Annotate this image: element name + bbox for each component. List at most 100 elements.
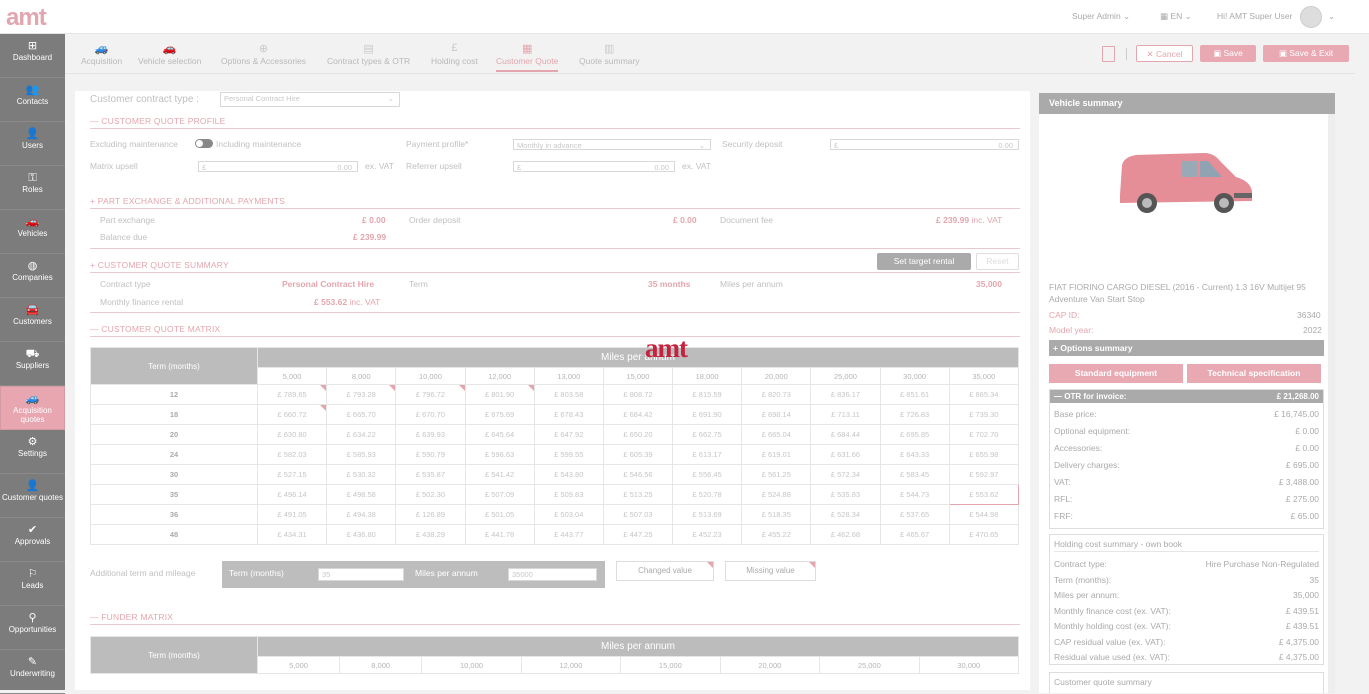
funder-section-title[interactable]: — FUNDER MATRIX <box>90 612 173 622</box>
quote-cell[interactable]: £ 851.61 <box>879 384 950 405</box>
quote-cell[interactable]: £ 796.72 <box>395 384 466 405</box>
additional-miles-input[interactable]: 35000 <box>508 568 597 581</box>
quote-cell[interactable]: £ 498.58 <box>326 484 397 505</box>
sidebar-item-suppliers[interactable]: ⛟ Suppliers <box>0 342 65 386</box>
quote-cell[interactable]: £ 520.78 <box>672 484 743 505</box>
quote-cell[interactable]: £ 645.64 <box>464 424 535 445</box>
quote-cell[interactable]: £ 572.34 <box>810 464 881 485</box>
quote-cell[interactable]: £ 650.20 <box>602 424 674 445</box>
quote-cell[interactable]: £ 678.43 <box>533 404 604 425</box>
quote-cell[interactable]: £ 662.75 <box>672 424 743 445</box>
quote-cell[interactable]: £ 583.45 <box>879 464 950 485</box>
quote-cell[interactable]: £ 695.85 <box>879 424 950 445</box>
contract-type-select[interactable]: Personal Contract Hire ⌄ <box>220 92 400 107</box>
quote-cell[interactable]: £ 702.70 <box>948 424 1020 445</box>
wizard-step-contract-types-otr[interactable]: ▤ Contract types & OTR <box>327 42 410 66</box>
maintenance-toggle[interactable] <box>195 139 213 148</box>
quote-cell[interactable]: £ 518.35 <box>741 504 812 525</box>
cancel-button[interactable]: ✕ Cancel <box>1136 45 1193 62</box>
sidebar-item-users[interactable]: 👤 Users <box>0 122 65 166</box>
quote-cell[interactable]: £ 675.69 <box>464 404 535 425</box>
sidebar-item-contacts[interactable]: 👥 Contacts <box>0 78 65 122</box>
quote-cell[interactable]: £ 553.62 <box>948 484 1020 505</box>
wizard-step-acquisition[interactable]: 🚙 Acquisition <box>81 42 122 66</box>
sidebar-item-roles[interactable]: ⚿ Roles <box>0 166 65 210</box>
sidebar-item-approvals[interactable]: ✔ Approvals <box>0 518 65 562</box>
quote-cell[interactable]: £ 561.25 <box>741 464 812 485</box>
quote-cell[interactable]: £ 582.03 <box>256 444 328 465</box>
quote-cell[interactable]: £ 670.70 <box>395 404 466 425</box>
quote-cell[interactable]: £ 452.23 <box>672 524 743 545</box>
security-deposit-input[interactable]: £0.00 <box>830 139 1019 150</box>
wizard-step-quote-summary[interactable]: ▥ Quote summary <box>579 42 639 66</box>
px-section-title[interactable]: + PART EXCHANGE & ADDITIONAL PAYMENTS <box>90 196 285 206</box>
summary-section-title[interactable]: + CUSTOMER QUOTE SUMMARY <box>90 260 229 270</box>
quote-cell[interactable]: £ 599.55 <box>533 444 604 465</box>
save-button[interactable]: ▣ Save <box>1200 45 1256 62</box>
profile-section-title[interactable]: — CUSTOMER QUOTE PROFILE <box>90 116 225 126</box>
quote-cell[interactable]: £ 509.83 <box>533 484 604 505</box>
scrollbar[interactable] <box>1328 114 1335 693</box>
quote-cell[interactable]: £ 684.42 <box>602 404 674 425</box>
quote-cell[interactable]: £ 491.05 <box>256 504 328 525</box>
quote-cell[interactable]: £ 739.30 <box>948 404 1020 425</box>
additional-term-input[interactable]: 35 <box>318 568 404 581</box>
quote-cell[interactable]: £ 524.88 <box>741 484 812 505</box>
quote-cell[interactable]: £ 501.05 <box>464 504 535 525</box>
set-target-rental-button[interactable]: Set target rental <box>877 253 971 270</box>
matrix-section-title[interactable]: — CUSTOMER QUOTE MATRIX <box>90 324 220 334</box>
quote-cell[interactable]: £ 801.90 <box>464 384 535 405</box>
options-summary-toggle[interactable]: + Options summary <box>1049 340 1324 356</box>
quote-cell[interactable]: £ 815.59 <box>672 384 743 405</box>
quote-cell[interactable]: £ 543.80 <box>533 464 604 485</box>
quote-cell[interactable]: £ 443.77 <box>533 524 604 545</box>
quote-cell[interactable]: £ 684.44 <box>810 424 881 445</box>
user-menu-chevron-icon[interactable]: ⌄ <box>1328 11 1335 22</box>
reset-button[interactable]: Reset <box>976 253 1019 270</box>
quote-cell[interactable]: £ 434.31 <box>256 524 328 545</box>
quote-cell[interactable]: £ 513.25 <box>602 484 674 505</box>
quote-cell[interactable]: £ 655.98 <box>948 444 1020 465</box>
quote-cell[interactable]: £ 590.79 <box>395 444 466 465</box>
quote-cell[interactable]: £ 535.83 <box>810 484 881 505</box>
sidebar-item-companies[interactable]: ◍ Companies <box>0 254 65 298</box>
quote-cell[interactable]: £ 537.65 <box>879 504 950 525</box>
quote-cell[interactable]: £ 541.42 <box>464 464 535 485</box>
quote-cell[interactable]: £ 803.58 <box>533 384 604 405</box>
quote-cell[interactable]: £ 789.65 <box>256 384 328 405</box>
quote-cell[interactable]: £ 836.17 <box>810 384 881 405</box>
quote-cell[interactable]: £ 436.80 <box>326 524 397 545</box>
role-selector[interactable]: Super Admin ⌄ <box>1072 11 1130 22</box>
wizard-step-vehicle-selection[interactable]: 🚗 Vehicle selection <box>138 42 201 66</box>
wizard-step-options-accessories[interactable]: ⊕ Options & Accessories <box>221 42 306 66</box>
quote-cell[interactable]: £ 630.80 <box>256 424 328 445</box>
quote-cell[interactable]: £ 465.67 <box>879 524 950 545</box>
quote-cell[interactable]: £ 494.38 <box>326 504 397 525</box>
quote-cell[interactable]: £ 527.15 <box>256 464 328 485</box>
quote-cell[interactable]: £ 619.01 <box>741 444 812 465</box>
quote-cell[interactable]: £ 643.33 <box>879 444 950 465</box>
quote-cell[interactable]: £ 535.87 <box>395 464 466 485</box>
quote-cell[interactable]: £ 507.09 <box>464 484 535 505</box>
save-exit-button[interactable]: ▣ Save & Exit <box>1263 45 1349 62</box>
quote-cell[interactable]: £ 528.34 <box>810 504 881 525</box>
sidebar-item-customers[interactable]: 🚘 Customers <box>0 298 65 342</box>
quote-cell[interactable]: £ 631.66 <box>810 444 881 465</box>
matrix-upsell-input[interactable]: £0.00 <box>198 161 358 172</box>
sidebar-item-dashboard[interactable]: ⊞ Dashboard <box>0 34 65 78</box>
quote-cell[interactable]: £ 698.14 <box>741 404 812 425</box>
quote-cell[interactable]: £ 556.45 <box>672 464 743 485</box>
quote-cell[interactable]: £ 613.17 <box>672 444 743 465</box>
standard-equipment-button[interactable]: Standard equipment <box>1049 364 1183 383</box>
quote-cell[interactable]: £ 605.39 <box>602 444 674 465</box>
quote-cell[interactable]: £ 544.73 <box>879 484 950 505</box>
quote-cell[interactable]: £ 665.70 <box>326 404 397 425</box>
sidebar-item-acquisition-quotes[interactable]: 🚙 Acquisition quotes <box>0 386 65 430</box>
sidebar-item-opportunities[interactable]: ⚲ Opportunities <box>0 606 65 650</box>
quote-cell[interactable]: £ 503.04 <box>533 504 604 525</box>
wizard-step-holding-cost[interactable]: £ Holding cost <box>431 42 478 66</box>
quote-cell[interactable]: £ 530.32 <box>326 464 397 485</box>
referrer-upsell-input[interactable]: £0.00 <box>513 161 675 172</box>
otr-header[interactable]: — OTR for invoice: £ 21,268.00 <box>1050 390 1323 403</box>
sidebar-item-underwriting[interactable]: ✎ Underwriting <box>0 650 65 694</box>
